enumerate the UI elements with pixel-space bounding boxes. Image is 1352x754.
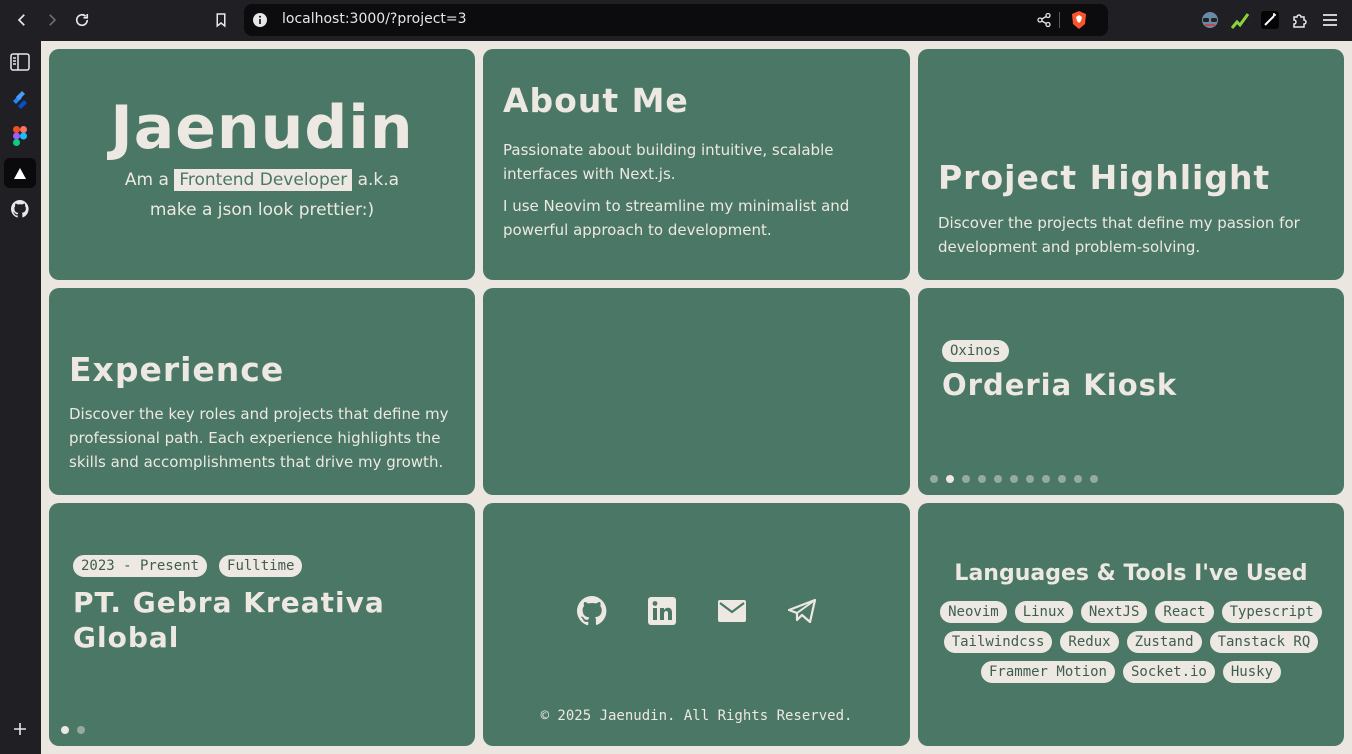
figma-icon[interactable] [9,125,31,147]
project-highlight-card: Project Highlight Discover the projects … [918,49,1344,280]
tools-list: Neovim Linux NextJS React Typescript Tailwind… [936,601,1326,683]
project-carousel-dots [930,475,1098,483]
hero-tagline: make a json look prettier:) [149,200,375,220]
project-carousel-dot[interactable] [1090,475,1098,483]
project-carousel-dot[interactable] [1026,475,1034,483]
hero-role-line: Am a Frontend Developer a.k.a [49,169,475,191]
sidebar-toggle-icon[interactable] [9,51,31,73]
project-highlight-title: Project Highlight [938,158,1271,197]
site-info-icon[interactable] [252,12,268,28]
add-panel-icon[interactable] [9,718,31,740]
job-carousel-dot[interactable] [77,726,85,734]
address-bar[interactable]: localhost:3000/?project=3 [244,4,1108,36]
extension-wand-icon[interactable] [1260,10,1280,30]
tools-card: Languages & Tools I've Used Neovim Linux N… [918,503,1344,746]
tool-tag: React [1155,601,1214,623]
job-company: PT. Gebra Kreativa Global [73,586,385,654]
about-title: About Me [503,81,689,120]
empty-card [483,288,910,495]
project-carousel-dot[interactable] [1058,475,1066,483]
bookmark-icon[interactable] [209,8,233,32]
hero-name: Jaenudin [110,93,414,163]
project-carousel-dot[interactable] [930,475,938,483]
extension-chart-icon[interactable] [1230,10,1250,30]
vercel-icon[interactable] [4,158,36,188]
browser-sidebar [0,41,41,754]
jira-icon[interactable] [9,89,31,111]
social-links [483,595,910,627]
project-carousel-dot[interactable] [946,475,954,483]
telegram-icon[interactable] [786,595,818,627]
project-carousel-dot[interactable] [1074,475,1082,483]
menu-icon[interactable] [1320,10,1340,30]
tool-tag: Tanstack RQ [1209,631,1319,653]
brave-shield-icon[interactable] [1070,10,1088,30]
job-carousel-dot[interactable] [61,726,69,734]
tool-tag: Zustand [1126,631,1202,653]
tool-tag: Linux [1014,601,1073,623]
linkedin-icon[interactable] [646,595,678,627]
hero-suffix: a.k.a [357,170,400,190]
tool-tag: Husky [1222,661,1282,683]
tools-title: Languages & Tools I've Used [954,561,1308,586]
tool-tag: Redux [1060,631,1119,653]
hero-prefix: Am a [124,170,169,190]
project-highlight-description: Discover the projects that define my pas… [938,214,1300,256]
url-text: localhost:3000/?project=3 [282,11,467,27]
job-tags: 2023 - Present Fulltime [73,555,303,577]
project-name: Orderia Kiosk [942,368,1178,402]
back-icon[interactable] [10,8,34,32]
extensions-puzzle-icon[interactable] [1290,10,1310,30]
tool-tag: NextJS [1080,601,1148,623]
job-type-tag: Fulltime [219,555,303,577]
divider [1059,12,1060,28]
portfolio-page: Jaenudin Am a Frontend Developer a.k.a m… [41,41,1352,754]
github-sidebar-icon[interactable] [9,198,31,220]
job-carousel-dots [61,726,85,734]
tool-tag: Typescript [1221,601,1322,623]
project-carousel-dot[interactable] [978,475,986,483]
forward-icon[interactable] [40,8,64,32]
reload-icon[interactable] [70,8,94,32]
tool-tag: Socket.io [1123,661,1215,683]
hero-card: Jaenudin Am a Frontend Developer a.k.a m… [49,49,475,280]
mail-icon[interactable] [716,595,748,627]
experience-description: Discover the key roles and projects that… [69,405,449,471]
experience-title: Experience [69,350,285,389]
tool-tag: Tailwindcss [943,631,1053,653]
contact-card: © 2025 Jaenudin. All Rights Reserved. [483,503,910,746]
about-paragraph-2: I use Neovim to streamline my minimalist… [503,197,850,239]
extension-glasses-icon[interactable] [1200,10,1220,30]
project-carousel-dot[interactable] [1010,475,1018,483]
project-carousel-dot[interactable] [1042,475,1050,483]
job-period-tag: 2023 - Present [73,555,208,577]
project-carousel-dot[interactable] [962,475,970,483]
browser-toolbar: localhost:3000/?project=3 [0,0,1352,41]
copyright-text: © 2025 Jaenudin. All Rights Reserved. [540,708,853,724]
project-carousel-card[interactable]: Oxinos Orderia Kiosk [918,288,1344,495]
github-icon[interactable] [576,595,608,627]
project-company-tag: Oxinos [942,340,1009,362]
about-paragraph-1: Passionate about building intuitive, sca… [503,141,834,183]
job-carousel-card[interactable]: 2023 - Present Fulltime PT. Gebra Kreati… [49,503,475,746]
project-carousel-dot[interactable] [994,475,1002,483]
about-card: About Me Passionate about building intui… [483,49,910,280]
hero-role: Frontend Developer [174,169,353,191]
experience-card: Experience Discover the key roles and pr… [49,288,475,495]
tool-tag: Neovim [940,601,1007,623]
share-icon[interactable] [1036,12,1052,28]
tool-tag: Frammer Motion [980,661,1115,683]
